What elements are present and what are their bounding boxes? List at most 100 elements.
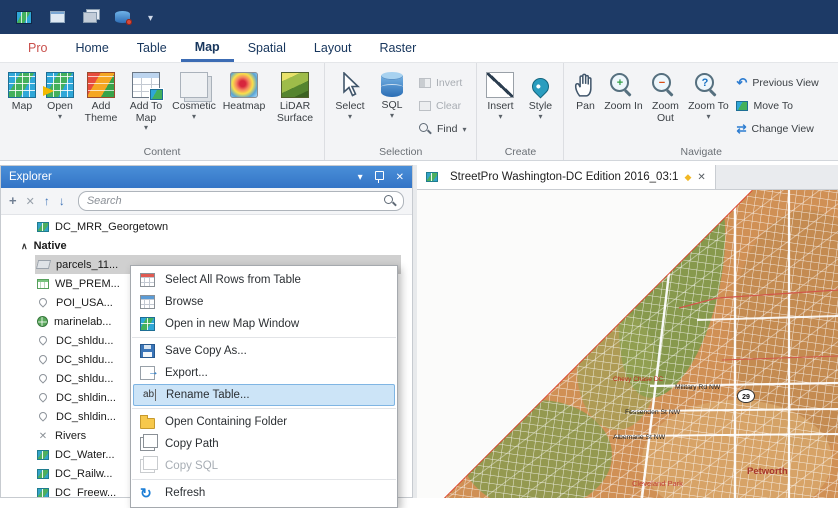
tree-item-dc-mrr-georgetown[interactable]: DC_MRR_Georgetown — [1, 217, 412, 236]
move-down-button[interactable] — [59, 195, 65, 207]
tab-map[interactable]: Map — [180, 34, 234, 62]
tab-raster[interactable]: Raster — [365, 34, 430, 62]
insert-button[interactable]: Insert — [480, 67, 520, 149]
tab-table[interactable]: Table — [123, 34, 181, 62]
zoom-to-button[interactable]: Zoom To — [687, 67, 729, 149]
change-view-icon — [736, 122, 746, 136]
collapse-chevron-icon[interactable] — [21, 240, 28, 252]
table-grid-icon — [37, 278, 49, 289]
menu-item-open-in-new-map-window[interactable]: Open in new Map Window — [131, 313, 397, 335]
menu-item-copy-sql[interactable]: Copy SQL — [131, 455, 397, 477]
tab-layout[interactable]: Layout — [300, 34, 366, 62]
open-button[interactable]: Open — [41, 67, 79, 149]
move-up-button[interactable] — [44, 195, 50, 207]
chevron-down-icon — [144, 124, 148, 132]
previous-view-icon — [736, 75, 747, 91]
clear-selection-icon — [419, 101, 431, 111]
map-label-fessenden: Fessenden St NW — [625, 409, 681, 416]
add-theme-button[interactable]: Add Theme — [79, 67, 123, 149]
quick-access-table-icon[interactable] — [50, 11, 65, 23]
export-icon — [140, 366, 159, 380]
parcel-layer-icon — [35, 260, 52, 269]
chevron-down-icon — [538, 113, 542, 121]
chevron-down-icon — [58, 113, 62, 121]
move-to-button[interactable]: Move To — [729, 95, 825, 117]
lidar-surface-icon — [281, 72, 309, 98]
menu-item-copy-path[interactable]: Copy Path — [131, 433, 397, 455]
menu-separator — [132, 479, 396, 480]
menu-item-export[interactable]: Export... — [131, 362, 397, 384]
add-to-map-icon — [132, 72, 163, 100]
menu-separator — [132, 408, 396, 409]
map-tab-title: StreetPro Washington-DC Edition 2016_03:… — [450, 171, 679, 183]
remove-table-button[interactable] — [26, 195, 35, 208]
quick-access-catalog-icon[interactable] — [115, 11, 132, 25]
map-button[interactable]: Map — [3, 67, 41, 149]
cosmetic-button[interactable]: Cosmetic — [169, 67, 219, 149]
quick-access-chevron-down-icon[interactable] — [148, 8, 153, 26]
map-table-icon — [37, 468, 49, 479]
menu-item-refresh[interactable]: Refresh — [131, 482, 397, 504]
point-layer-pin-icon — [37, 371, 49, 384]
map-table-icon — [37, 449, 49, 460]
tab-close-icon[interactable] — [697, 171, 705, 183]
map-window: StreetPro Washington-DC Edition 2016_03:… — [417, 165, 838, 498]
cursor-arrow-icon — [336, 71, 364, 98]
map-document-tab[interactable]: StreetPro Washington-DC Edition 2016_03:… — [417, 165, 716, 189]
hand-icon — [571, 72, 599, 98]
map-label-albemarle: Albemarle St NW — [613, 434, 666, 441]
lidar-surface-button[interactable]: LiDAR Surface — [269, 67, 321, 149]
tab-spatial[interactable]: Spatial — [234, 34, 300, 62]
menu-item-select-all-rows[interactable]: Select All Rows from Table — [131, 269, 397, 291]
map-canvas[interactable]: Chevy Chase DC Military Rd NW 29 Fessend… — [417, 190, 838, 498]
map-tab-icon — [426, 172, 438, 182]
group-label-content: Content — [143, 146, 181, 158]
quick-access-map-icon[interactable] — [16, 10, 32, 24]
heatmap-button[interactable]: Heatmap — [219, 67, 269, 149]
group-label-create: Create — [504, 146, 537, 158]
tab-home[interactable]: Home — [61, 34, 122, 62]
search-box — [77, 191, 404, 211]
change-view-button[interactable]: Change View — [729, 118, 825, 140]
select-button[interactable]: Select — [328, 67, 372, 149]
add-theme-icon — [87, 72, 115, 98]
ribbon: Map Open Add Theme Add To Map Cosmetic — [0, 62, 838, 161]
quick-access-layers-icon[interactable] — [83, 11, 97, 23]
chevron-down-icon — [192, 113, 196, 121]
zoom-out-button[interactable]: Zoom Out — [643, 67, 687, 149]
menu-item-open-containing-folder[interactable]: Open Containing Folder — [131, 411, 397, 433]
group-label-navigate: Navigate — [680, 146, 722, 158]
tab-pro[interactable]: Pro — [14, 34, 61, 62]
map-label-military-rd: Military Rd NW — [675, 384, 721, 391]
tree-group-native[interactable]: Native — [1, 236, 412, 255]
chevron-down-icon — [390, 112, 394, 120]
globe-icon — [37, 316, 48, 327]
style-button[interactable]: Style — [520, 67, 560, 149]
pin-panel-icon[interactable] — [374, 171, 384, 183]
zoom-in-button[interactable]: Zoom In — [603, 67, 643, 149]
ribbon-group-navigate: Pan Zoom In Zoom Out Zoom To Previous Vi… — [564, 63, 838, 160]
menu-item-browse[interactable]: Browse — [131, 291, 397, 313]
explorer-header: Explorer — [1, 166, 412, 188]
map-label-petworth: Petworth — [747, 466, 788, 477]
close-panel-icon[interactable] — [396, 172, 404, 183]
sql-button[interactable]: SQL — [372, 67, 412, 149]
pan-button[interactable]: Pan — [567, 67, 603, 149]
add-to-map-button[interactable]: Add To Map — [123, 67, 169, 149]
chevron-down-icon — [348, 113, 352, 121]
search-input[interactable] — [84, 194, 384, 208]
select-all-rows-icon — [140, 273, 155, 287]
search-icon — [419, 122, 432, 136]
clear-selection-button[interactable]: Clear — [412, 95, 473, 117]
invert-selection-button[interactable]: Invert — [412, 72, 473, 94]
point-layer-pin-icon — [37, 352, 49, 365]
panel-menu-chevron-icon[interactable] — [358, 172, 363, 183]
add-table-button[interactable] — [9, 195, 17, 207]
point-layer-pin-icon — [37, 333, 49, 346]
map-label-route-29: 29 — [742, 394, 750, 401]
previous-view-button[interactable]: Previous View — [729, 72, 825, 94]
find-button[interactable]: Find — [412, 118, 473, 140]
menu-item-save-copy-as[interactable]: Save Copy As... — [131, 340, 397, 362]
invert-selection-icon — [419, 78, 431, 88]
menu-item-rename-table[interactable]: Rename Table... — [133, 384, 395, 406]
